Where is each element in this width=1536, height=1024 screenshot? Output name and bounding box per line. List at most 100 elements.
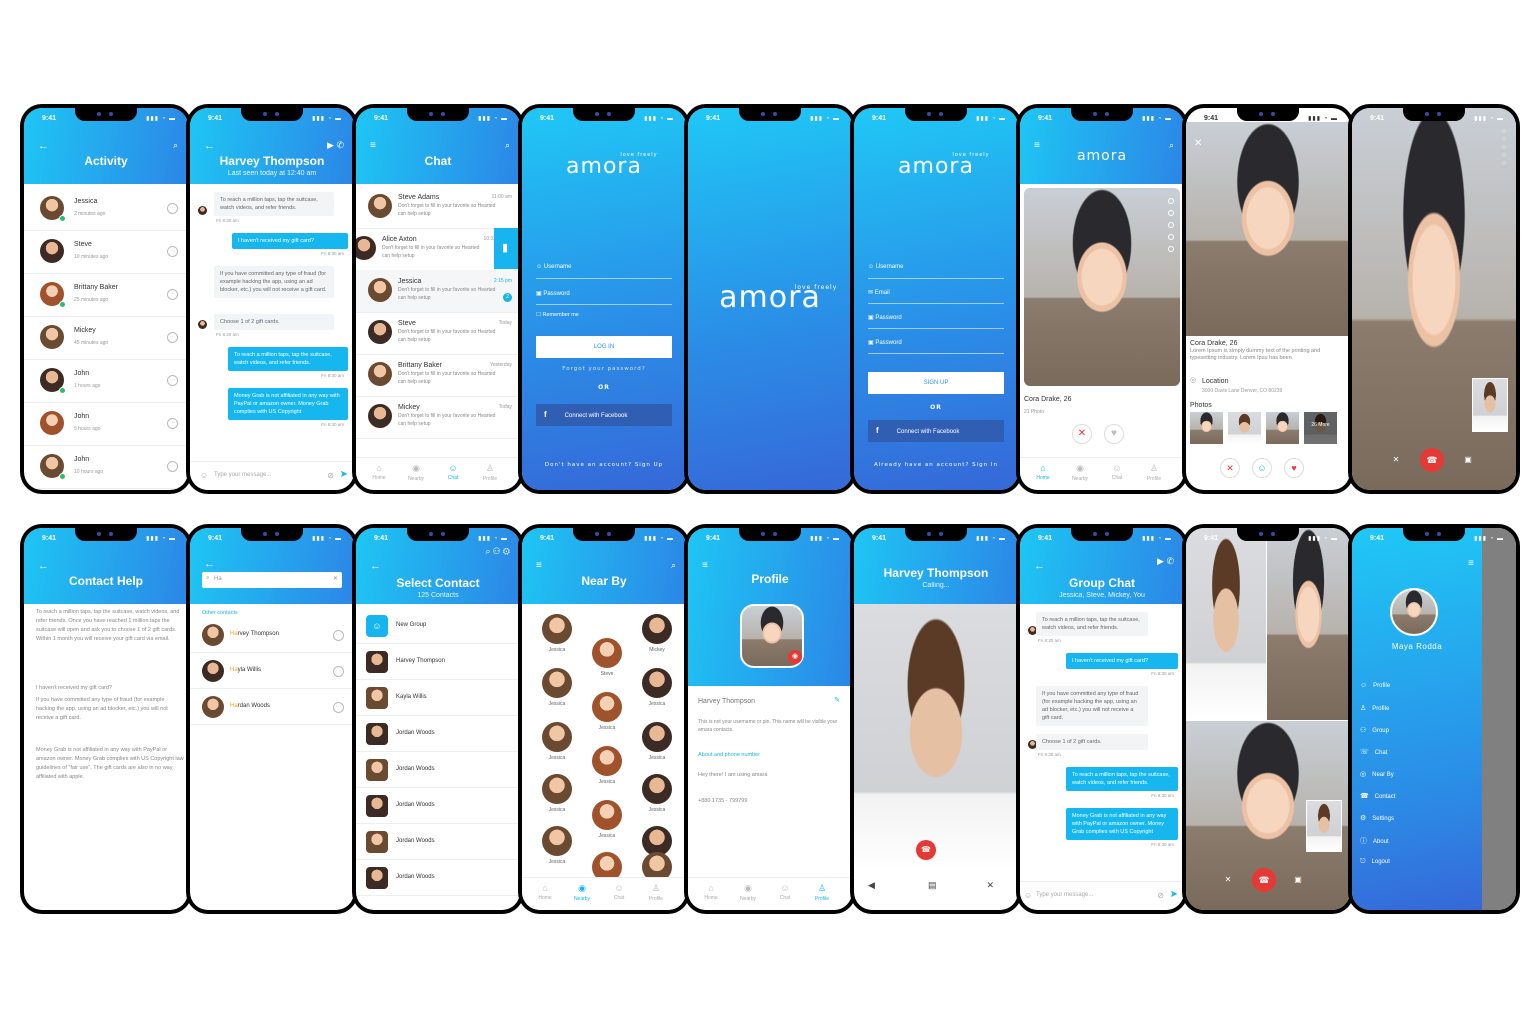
emoji-icon[interactable]: ☺ [1024,891,1032,900]
send-icon[interactable]: ➤ [1170,889,1178,900]
video-call-icon[interactable]: ▶ ✆ [1157,556,1174,567]
chat-row[interactable]: Mickey Today Don't forget to fill in your … [356,396,520,439]
more-icon[interactable]: ⋯ [167,289,178,300]
tab-home[interactable]: ⌂ Home [364,463,394,481]
username-field[interactable]: ☺ Username [536,264,672,279]
menu-item[interactable]: ⓘ About [1360,836,1389,846]
menu-icon[interactable]: ≡ [370,140,376,151]
video-toggle-button[interactable]: ▣ [1290,872,1306,888]
email-field[interactable]: ✉ Email [868,289,1004,304]
menu-item[interactable]: ☎ Contact [1360,792,1395,800]
tab-home[interactable]: ⌂ Home [696,883,726,901]
end-call-button[interactable]: ☎ [916,840,936,860]
contact-row[interactable]: Hardan Woods ⋯ [190,690,354,725]
contact-row[interactable]: Jordan Woods [356,788,520,824]
contact-row[interactable]: Kayla Willis [356,680,520,716]
contact-row[interactable]: Hayla Willis ⋯ [190,654,354,689]
more-icon[interactable]: ⋯ [167,332,178,343]
mute-icon[interactable]: ✕ [986,880,994,891]
back-arrow-icon[interactable]: ← [204,140,215,152]
contact-row[interactable]: Harvey Thompson [356,644,520,680]
more-icon[interactable]: ⋯ [333,630,344,641]
menu-item[interactable]: ◎ Near By [1360,770,1394,778]
tab-profile[interactable]: ♙ Profile [1139,463,1169,482]
camera-icon[interactable]: ◉ [788,650,802,664]
clear-icon[interactable]: ✕ [333,575,338,582]
menu-icon[interactable]: ≡ [536,560,542,571]
tab-nearby[interactable]: ◉ Nearby [401,463,431,482]
list-item[interactable]: Steve 10 minutes ago ⋯ [24,231,188,274]
video-toggle-button[interactable]: ▣ [1460,452,1476,468]
chat-row[interactable]: Brittany Baker Yesterday Don't forget to f… [356,354,520,397]
chat-row[interactable]: Jessica 2:15 pm Don't forget to fill in yo… [356,270,520,313]
tab-home[interactable]: ⌂ Home [530,883,560,901]
message-icon[interactable]: ▤ [928,880,937,891]
contact-row[interactable]: Jordan Woods [356,752,520,788]
contact-row[interactable]: Jordan Woods [356,824,520,860]
password-field[interactable]: ▣ Password [868,314,1004,329]
back-arrow-icon[interactable]: ← [204,558,215,570]
tab-nearby[interactable]: ◉ Nearby [567,883,597,902]
signin-link[interactable]: Already have an account? Sign In [854,462,1018,468]
speaker-icon[interactable]: ◀ [868,880,875,891]
menu-item[interactable]: ☺ Profile [1360,682,1390,689]
tab-chat[interactable]: ☺ Chat [604,883,634,901]
tab-nearby[interactable]: ◉ Nearby [1065,463,1095,482]
search-icon[interactable]: ⌕ [671,560,676,571]
facebook-button[interactable]: f Connect with Facebook [536,404,672,426]
back-arrow-icon[interactable]: ← [38,560,49,572]
tab-profile[interactable]: ♙ Profile [641,883,671,902]
tab-profile[interactable]: ♙ Profile [475,463,505,482]
photo-thumbnail[interactable] [1266,412,1299,444]
chat-row[interactable]: Alice Axton 10:32 Don't forget to fill in … [356,228,520,271]
menu-item[interactable]: ⚙ Settings [1360,814,1394,822]
login-button[interactable]: LOG IN [536,336,672,358]
emoji-icon[interactable]: ☺ [200,471,208,480]
menu-item[interactable]: ☏ Chat [1360,748,1387,756]
search-icon[interactable]: ⌕ [505,140,510,151]
list-item[interactable]: John 5 hours ago ⋯ [24,403,188,446]
more-icon[interactable]: ⋯ [167,246,178,257]
signup-button[interactable]: SIGN UP [868,372,1004,394]
list-item[interactable]: John 10 hours ago ⋯ [24,446,188,489]
more-icon[interactable]: ⋯ [167,203,178,214]
end-call-button[interactable]: ☎ [1420,448,1444,472]
list-item[interactable]: Brittany Baker 25 minutes ago ⋯ [24,274,188,317]
facebook-button[interactable]: f Connect with Facebook [868,420,1004,442]
photo-thumbnail[interactable]: 26 More [1304,412,1337,444]
contact-row[interactable]: Jordan Woods [356,716,520,752]
menu-icon[interactable]: ≡ [702,560,708,571]
list-item[interactable]: Mickey 45 minutes ago ⋯ [24,317,188,360]
menu-item[interactable]: ⚇ Group [1360,726,1389,734]
back-arrow-icon[interactable]: ← [38,140,49,152]
mute-button[interactable]: ✕ [1220,872,1236,888]
dislike-button[interactable]: ✕ [1072,424,1092,444]
tab-chat[interactable]: ☺ Chat [770,883,800,901]
contact-row[interactable]: Harvey Thompson ⋯ [190,618,354,653]
like-button[interactable]: ♥ [1104,424,1124,444]
search-input[interactable]: ⌕ Ha ✕ [202,572,342,588]
tab-chat[interactable]: ☺ Chat [1102,463,1132,481]
username-field[interactable]: ☺ Username [868,264,1004,279]
chat-row[interactable]: Steve Adams 11:00 am Don't forget to fill … [356,186,520,229]
list-item[interactable]: Jessica 2 minutes ago ⋯ [24,188,188,231]
contact-row[interactable]: ☺ New Group [356,608,520,644]
back-arrow-icon[interactable]: ← [370,560,381,572]
attach-icon[interactable]: ⊘ [1157,891,1164,900]
edit-icon[interactable]: ✎ [834,696,840,704]
chat-row[interactable]: Steve Today Don't forget to fill in your f… [356,312,520,355]
signup-link[interactable]: Don't have an account? Sign Up [522,462,686,468]
tab-chat[interactable]: ☺ Chat [438,463,468,481]
like-button[interactable]: ♥ [1284,458,1304,478]
dislike-button[interactable]: ✕ [1220,458,1240,478]
tab-profile[interactable]: ♙ Profile [807,883,837,902]
tab-home[interactable]: ⌂ Home [1028,463,1058,481]
attach-icon[interactable]: ⊘ [327,471,334,480]
more-icon[interactable]: ⋯ [333,702,344,713]
photo-thumbnail[interactable] [1228,412,1261,444]
mute-button[interactable]: ✕ [1388,452,1404,468]
more-icon[interactable]: ⋯ [333,666,344,677]
video-call-icon[interactable]: ▶ ✆ [327,140,344,151]
message-input[interactable]: Type your message... [214,472,271,478]
contact-row[interactable]: Jordan Woods [356,860,520,896]
